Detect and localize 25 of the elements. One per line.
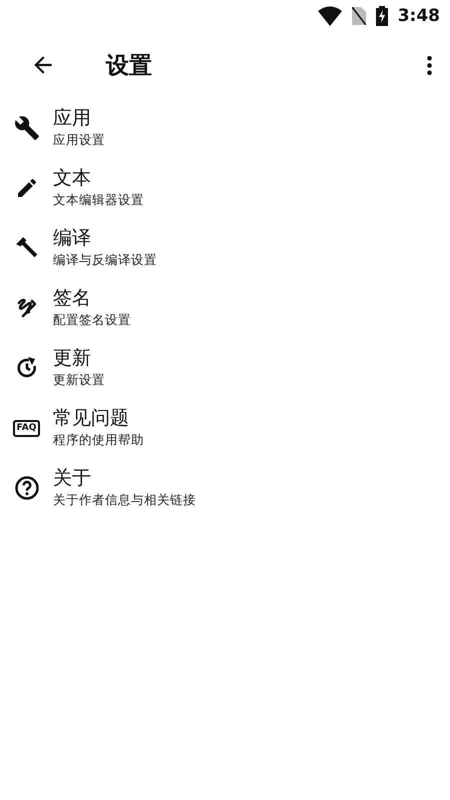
more-vert-icon xyxy=(427,56,432,74)
setting-title[interactable]: 常见问题 xyxy=(53,406,144,430)
page-title: 设置 xyxy=(106,52,153,80)
signature-icon xyxy=(14,296,38,320)
update-icon xyxy=(14,356,38,380)
wrench-icon xyxy=(14,115,40,141)
status-time: 3:48 xyxy=(398,6,440,26)
setting-title[interactable]: 关于 xyxy=(53,466,196,490)
setting-subtitle: 文本编辑器设置 xyxy=(53,192,144,208)
setting-subtitle: 配置签名设置 xyxy=(53,312,131,328)
setting-title[interactable]: 应用 xyxy=(53,106,105,130)
setting-subtitle: 关于作者信息与相关链接 xyxy=(53,492,196,508)
setting-title[interactable]: 签名 xyxy=(53,286,131,310)
help-icon xyxy=(14,475,40,501)
setting-subtitle: 编译与反编译设置 xyxy=(53,252,157,268)
wifi-icon xyxy=(318,6,342,26)
setting-title[interactable]: 更新 xyxy=(53,346,105,370)
setting-subtitle: 程序的使用帮助 xyxy=(53,432,144,448)
setting-subtitle: 应用设置 xyxy=(53,132,105,148)
setting-title[interactable]: 文本 xyxy=(53,166,144,190)
battery-charging-icon xyxy=(376,6,388,26)
setting-subtitle: 更新设置 xyxy=(53,372,105,388)
setting-title[interactable]: 编译 xyxy=(53,226,157,250)
no-sim-icon xyxy=(352,7,366,25)
faq-icon: FAQ xyxy=(12,420,40,436)
